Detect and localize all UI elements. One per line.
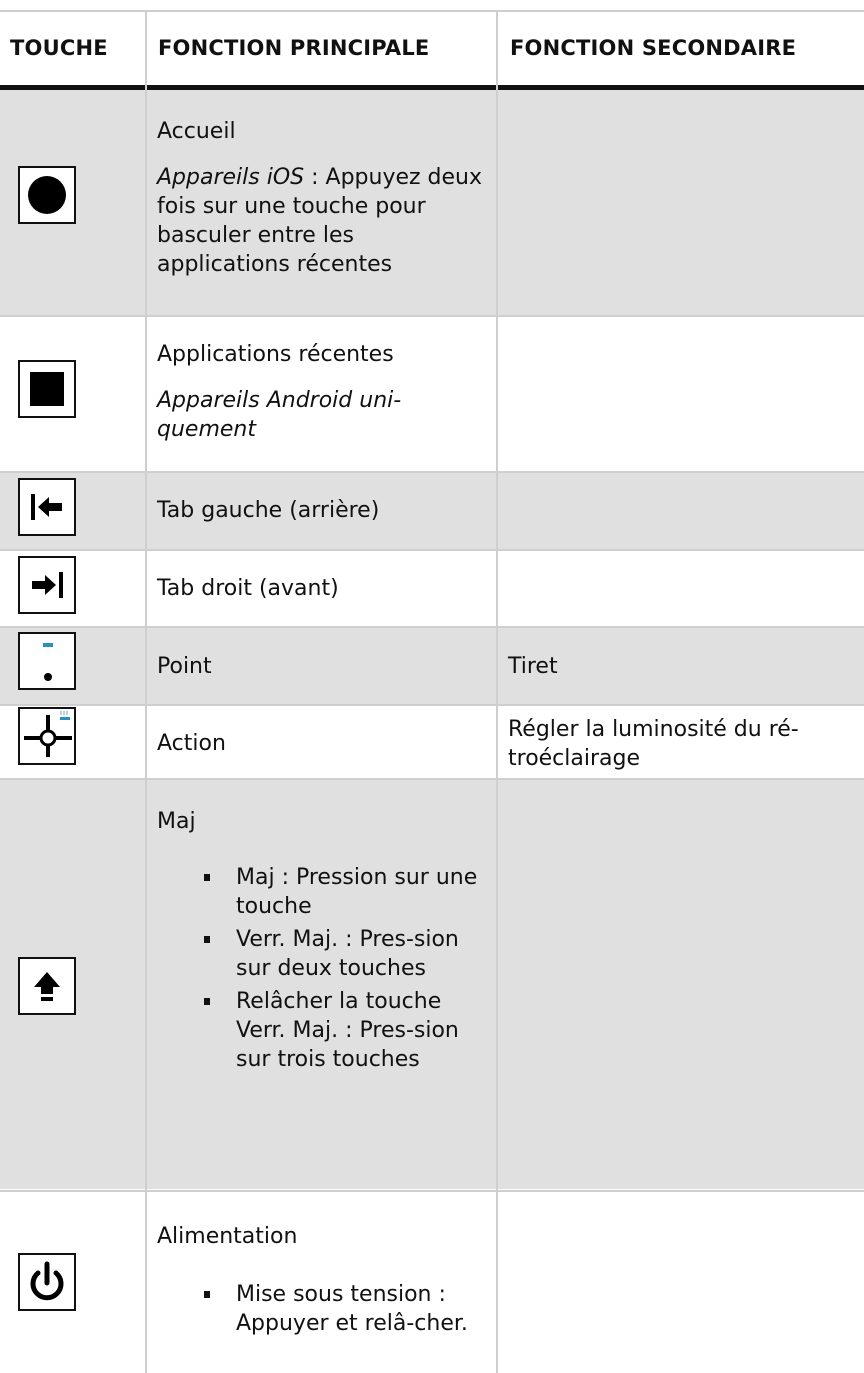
note-accueil: Appareils iOS : Appuyez deux fois sur un… [157, 163, 487, 279]
row-divider [0, 549, 864, 551]
primary-tab-right: Tab droit (avant) [157, 576, 339, 601]
header-rule [0, 85, 864, 90]
row-divider [0, 626, 864, 628]
primary-action: Action [157, 731, 226, 756]
power-bullet-list: Mise sous tension : Appuyer et relâ-cher… [204, 1280, 488, 1342]
dot-dash-icon [18, 632, 76, 690]
primary-tab-left: Tab gauche (arrière) [157, 498, 380, 523]
tab-left-icon [18, 478, 76, 536]
list-item: Verr. Maj. : Pres-sion sur deux touches [204, 925, 488, 983]
primary-power: Alimentation [157, 1224, 298, 1249]
secondary-tiret: Tiret [508, 654, 558, 679]
primary-recent-apps: Applications récentes [157, 342, 394, 367]
primary-accueil: Accueil [157, 119, 236, 144]
recent-apps-square-icon [18, 360, 76, 418]
column-divider-2 [496, 10, 498, 1373]
row-divider [0, 315, 864, 317]
note-accueil-italic: Appareils iOS [157, 165, 305, 190]
power-icon [18, 1253, 76, 1311]
note-recent-apps: Appareils Android uni-quement [157, 388, 402, 442]
table-top-rule [0, 10, 864, 12]
list-item: Maj : Pression sur une touche [204, 863, 488, 921]
header-key: TOUCHE [10, 36, 108, 60]
shift-arrow-icon [18, 957, 76, 1015]
home-circle-icon [18, 166, 76, 224]
header-secondary: FONCTION SECONDAIRE [510, 36, 797, 60]
list-item: Mise sous tension : Appuyer et relâ-cher… [204, 1280, 488, 1338]
header-primary: FONCTION PRINCIPALE [158, 36, 430, 60]
list-item: Relâcher la touche Verr. Maj. : Pres-sio… [204, 987, 488, 1074]
row-divider [0, 471, 864, 473]
column-divider-1 [145, 10, 147, 1373]
secondary-backlight: Régler la luminosité du ré-troéclairage [508, 717, 799, 771]
row-divider [0, 1190, 864, 1192]
row-divider [0, 778, 864, 780]
primary-point: Point [157, 654, 212, 679]
action-crosshair-icon [18, 707, 76, 765]
primary-maj: Maj [157, 809, 196, 834]
maj-bullet-list: Maj : Pression sur une touche Verr. Maj.… [204, 863, 488, 1078]
row-divider [0, 704, 864, 706]
tab-right-icon [18, 556, 76, 614]
